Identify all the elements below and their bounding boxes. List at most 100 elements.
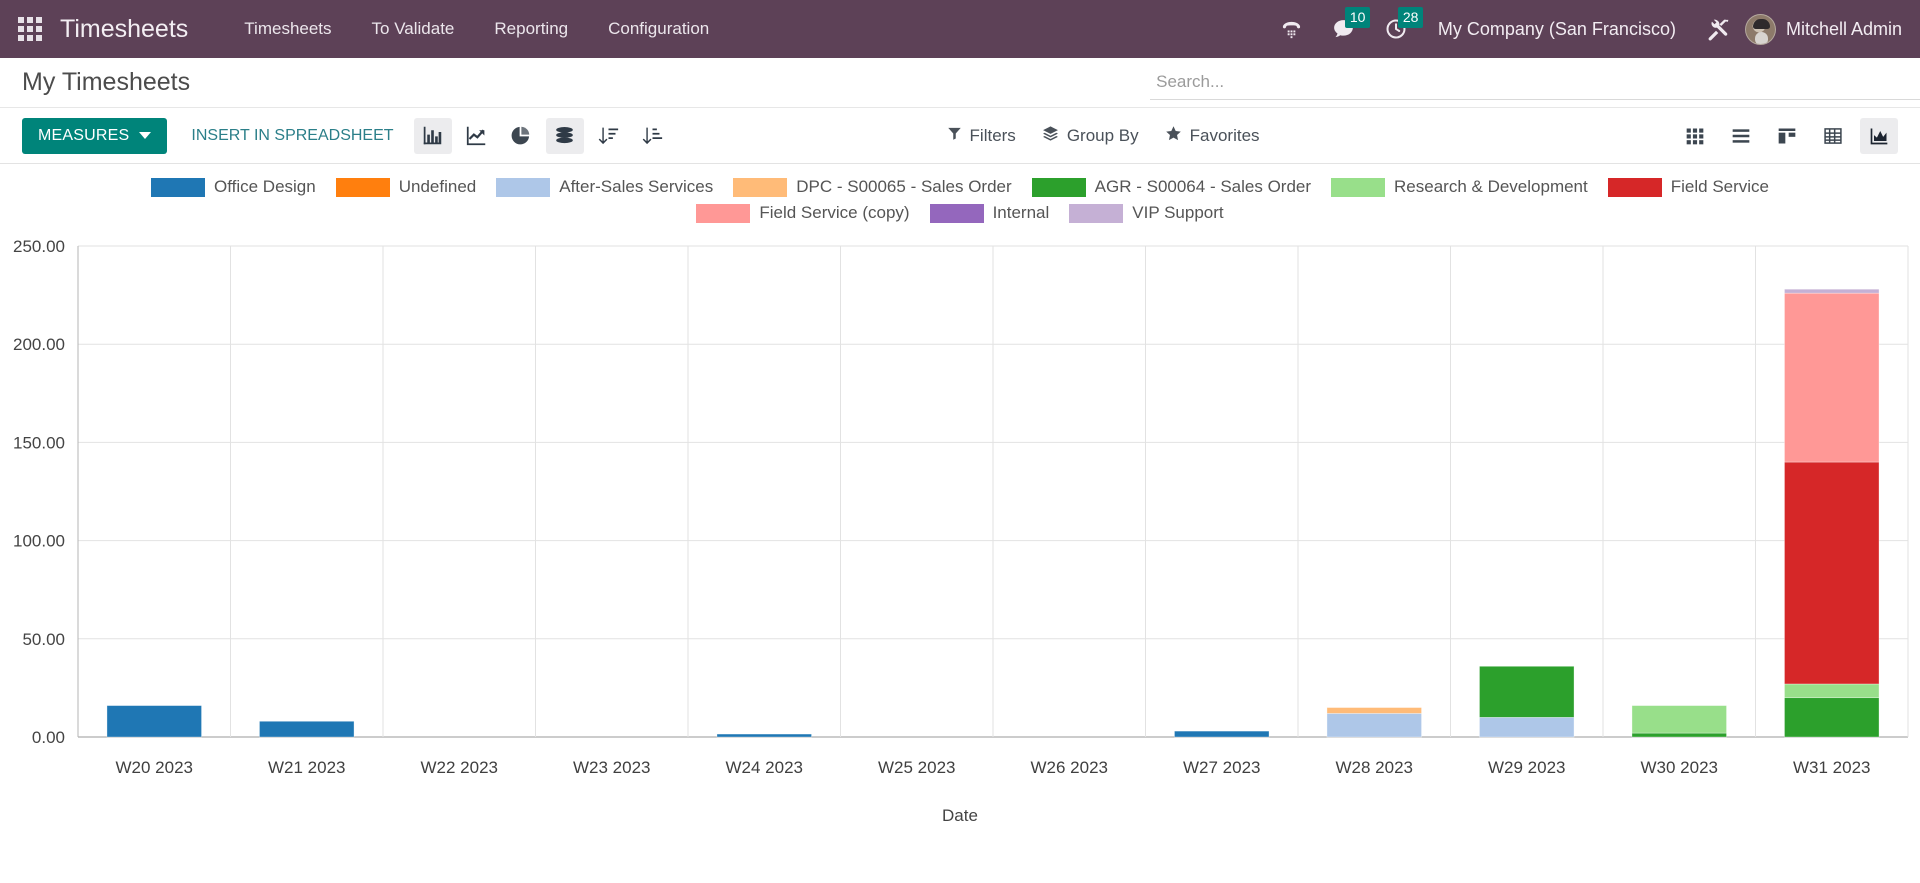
- messages-badge: 10: [1344, 6, 1371, 28]
- legend-item-internal[interactable]: Internal: [929, 203, 1050, 223]
- legend-swatch: [1607, 177, 1662, 197]
- legend-item-field-service[interactable]: Field Service: [1607, 177, 1770, 197]
- bar-segment[interactable]: [1326, 713, 1422, 738]
- measures-label: MEASURES: [38, 126, 130, 144]
- x-axis-tick: W22 2023: [421, 758, 499, 777]
- x-axis-tick: W25 2023: [878, 758, 956, 777]
- group-by-label: Group By: [1066, 125, 1139, 145]
- user-menu[interactable]: Mitchell Admin: [1786, 19, 1902, 40]
- legend-item-agr-s00064-sales-order[interactable]: AGR - S00064 - Sales Order: [1031, 177, 1312, 197]
- x-axis-tick: W27 2023: [1183, 758, 1261, 777]
- app-brand-title[interactable]: Timesheets: [60, 15, 188, 44]
- filters-menu[interactable]: Filters: [947, 126, 1016, 146]
- chart-canvas[interactable]: 0.00 50.00 100.00 150.00 200.00 250.00 W20 202…: [0, 232, 1920, 802]
- group-by-menu[interactable]: Group By: [1042, 125, 1139, 147]
- x-axis-tick: W24 2023: [726, 758, 804, 777]
- graph-view-icon[interactable]: [1860, 117, 1898, 154]
- legend-swatch: [335, 177, 390, 197]
- wrench-screwdriver-icon[interactable]: [1692, 17, 1745, 42]
- legend-item-field-service-copy[interactable]: Field Service (copy): [696, 203, 910, 223]
- legend-label: Field Service: [1670, 177, 1770, 196]
- legend-item-vip-support[interactable]: VIP Support: [1069, 203, 1224, 223]
- activities-badge: 28: [1397, 7, 1424, 28]
- bar-segment[interactable]: [1479, 665, 1575, 718]
- bar-segment[interactable]: [259, 720, 355, 738]
- legend-label: Undefined: [398, 177, 477, 196]
- legend-swatch: [1069, 203, 1124, 223]
- avatar[interactable]: [1744, 13, 1776, 45]
- systray: 10 28 My Company (San Francisco) Mitchel…: [1266, 6, 1902, 45]
- y-axis-tick: 100.00: [13, 532, 65, 551]
- measures-button[interactable]: MEASURES: [22, 117, 168, 154]
- activities-counter[interactable]: 28: [1370, 7, 1424, 41]
- sort-ascending-icon[interactable]: [634, 118, 672, 154]
- legend-label: Field Service (copy): [759, 203, 910, 222]
- x-axis-tick: W26 2023: [1031, 758, 1109, 777]
- bar-segment[interactable]: [1784, 292, 1880, 463]
- legend-item-research-development[interactable]: Research & Development: [1331, 177, 1588, 197]
- legend-item-after-sales-services[interactable]: After-Sales Services: [496, 177, 713, 197]
- top-navbar: Timesheets Timesheets To Validate Report…: [0, 0, 1920, 58]
- bar-segment[interactable]: [716, 733, 812, 738]
- bar-segment[interactable]: [1784, 461, 1880, 685]
- bar-chart[interactable]: 0.00 50.00 100.00 150.00 200.00 250.00 W20 202…: [0, 232, 1920, 825]
- company-switcher[interactable]: My Company (San Francisco): [1422, 19, 1692, 40]
- pivot-view-icon[interactable]: [1814, 118, 1852, 154]
- favorites-label: Favorites: [1189, 125, 1260, 145]
- legend-swatch: [696, 203, 751, 223]
- chevron-down-icon: [139, 132, 152, 139]
- y-axis-tick: 150.00: [13, 433, 65, 452]
- legend-swatch: [733, 177, 788, 197]
- bar-segment[interactable]: [1174, 730, 1270, 738]
- search-input[interactable]: [1150, 70, 1920, 94]
- x-axis-title: Date: [942, 806, 978, 825]
- stacked-icon[interactable]: [545, 117, 584, 154]
- layers-icon: [1042, 125, 1059, 147]
- legend-label: After-Sales Services: [559, 177, 714, 196]
- favorites-menu[interactable]: Favorites: [1165, 125, 1260, 147]
- messages-counter[interactable]: 10: [1317, 6, 1371, 42]
- list-view-icon[interactable]: [1722, 118, 1760, 154]
- filter-menus: Filters Group By Favorites: [947, 125, 1260, 147]
- bar-segment[interactable]: [1326, 707, 1422, 714]
- kanban-view-icon[interactable]: [1676, 118, 1714, 154]
- legend-swatch: [496, 177, 551, 197]
- line-chart-icon[interactable]: [458, 118, 496, 154]
- x-axis-tick: W31 2023: [1793, 758, 1871, 777]
- filters-label: Filters: [969, 125, 1016, 145]
- legend-label: Internal: [992, 203, 1050, 222]
- bar-segment[interactable]: [1631, 705, 1727, 734]
- bar-chart-icon[interactable]: [413, 117, 452, 154]
- legend-item-dpc-s00065-sales-order[interactable]: DPC - S00065 - Sales Order: [733, 177, 1012, 197]
- legend-row-2: Field Service (copy) Internal VIP Suppor…: [0, 200, 1920, 226]
- bar-segment[interactable]: [1479, 717, 1575, 738]
- y-axis-tick: 250.00: [13, 237, 65, 256]
- bar-segment[interactable]: [106, 705, 202, 738]
- x-axis-tick: W20 2023: [116, 758, 194, 777]
- x-axis-tick: W29 2023: [1488, 758, 1566, 777]
- insert-in-spreadsheet-button[interactable]: INSERT IN SPREADSHEET: [177, 118, 407, 154]
- dialpad-phone-icon[interactable]: [1266, 18, 1317, 41]
- menu-item-reporting[interactable]: Reporting: [474, 11, 588, 47]
- legend-item-undefined[interactable]: Undefined: [335, 177, 477, 197]
- page-title: My Timesheets: [22, 68, 191, 96]
- bar-segment[interactable]: [1784, 683, 1880, 699]
- chart-legend: Office Design Undefined After-Sales Serv…: [0, 164, 1920, 232]
- legend-label: Office Design: [213, 177, 316, 196]
- bar-segment[interactable]: [1784, 697, 1880, 738]
- legend-label: AGR - S00064 - Sales Order: [1094, 177, 1312, 196]
- grid-view-icon[interactable]: [1768, 118, 1806, 154]
- apps-grid-icon[interactable]: [18, 17, 42, 41]
- sort-descending-icon[interactable]: [590, 118, 628, 154]
- bar-segment[interactable]: [1631, 732, 1727, 738]
- bar-segment[interactable]: [1784, 288, 1880, 294]
- legend-label: Research & Development: [1394, 177, 1588, 196]
- menu-item-timesheets[interactable]: Timesheets: [224, 11, 351, 47]
- x-axis-tick: W30 2023: [1641, 758, 1719, 777]
- x-axis-tick: W21 2023: [268, 758, 346, 777]
- pie-chart-icon[interactable]: [502, 118, 540, 154]
- menu-item-to-validate[interactable]: To Validate: [352, 11, 475, 47]
- menu-item-configuration[interactable]: Configuration: [588, 11, 729, 47]
- legend-swatch: [1331, 177, 1386, 197]
- legend-item-office-design[interactable]: Office Design: [150, 177, 316, 197]
